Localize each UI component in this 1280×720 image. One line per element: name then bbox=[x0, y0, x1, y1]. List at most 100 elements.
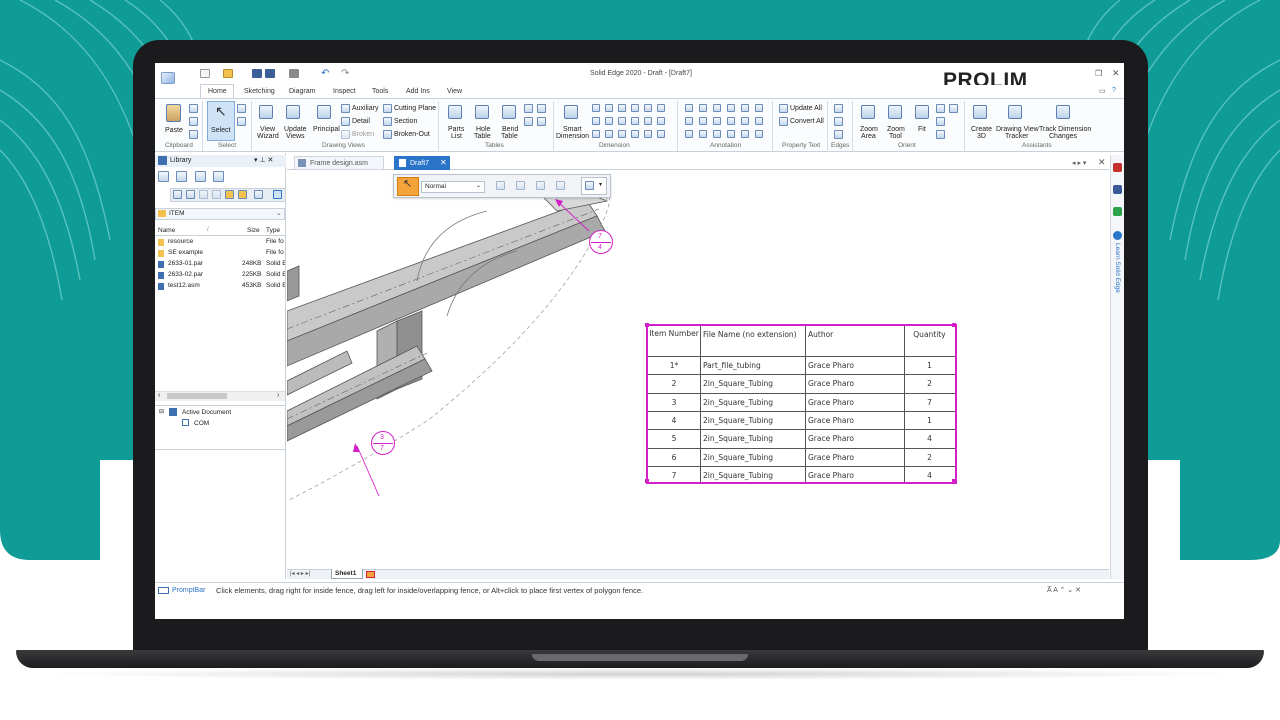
library-pin-icon[interactable]: ▾ ⊥ ✕ bbox=[254, 156, 273, 164]
tree-expand-icon[interactable]: ⊟ bbox=[159, 408, 164, 415]
close-window-button[interactable]: ✕ bbox=[1112, 68, 1120, 79]
orient-icon-3[interactable] bbox=[936, 130, 945, 139]
new-icon[interactable] bbox=[200, 69, 210, 78]
tree-root[interactable]: Active Document bbox=[182, 409, 231, 416]
zoom-tool-label-2[interactable]: Tool bbox=[889, 133, 902, 140]
community-icon[interactable] bbox=[1113, 207, 1122, 216]
tab-tools[interactable]: Tools bbox=[372, 88, 388, 95]
info-icon[interactable] bbox=[1113, 231, 1122, 240]
file-row[interactable]: 2633-02.par 225KB Solid E bbox=[155, 270, 285, 281]
format-painter-icon[interactable] bbox=[189, 130, 198, 139]
update-views-label-2[interactable]: Views bbox=[286, 133, 305, 140]
edges-icon-3[interactable] bbox=[834, 130, 843, 139]
save-icon[interactable] bbox=[252, 69, 262, 78]
table-option-icon-2[interactable] bbox=[524, 117, 533, 126]
bend-table-label-2[interactable]: Table bbox=[501, 133, 518, 140]
close-tab-icon[interactable]: ✕ bbox=[440, 158, 447, 167]
hole-table-label-1[interactable]: Hole bbox=[476, 126, 490, 133]
table-option-icon-4[interactable] bbox=[537, 117, 546, 126]
facebook-icon[interactable] bbox=[1113, 185, 1122, 194]
table-option-icon-1[interactable] bbox=[524, 104, 533, 113]
prompt-controls[interactable]: A̅ A ⌃ ⌄ ✕ bbox=[1047, 586, 1081, 594]
library-tool-icon-2[interactable] bbox=[176, 171, 187, 182]
ann-tool-icon[interactable] bbox=[755, 104, 763, 112]
undo-icon[interactable]: ↶ bbox=[321, 69, 331, 79]
learn-solid-edge[interactable]: Learn Solid Edge bbox=[1114, 243, 1121, 293]
principal-label[interactable]: Principal bbox=[313, 126, 340, 133]
ann-tool-icon[interactable] bbox=[755, 117, 763, 125]
table-option-icon-3[interactable] bbox=[537, 104, 546, 113]
update-views-label-1[interactable]: Update bbox=[284, 126, 307, 133]
zoom-area-icon[interactable] bbox=[861, 105, 875, 119]
dim-tool-icon[interactable] bbox=[644, 104, 652, 112]
command-icon-4[interactable] bbox=[556, 181, 565, 190]
sheet-nav-icons[interactable]: |◂ ◂ ▸ ▸| bbox=[290, 570, 310, 577]
parts-list-icon[interactable] bbox=[448, 105, 462, 119]
select-option-icon-1[interactable] bbox=[237, 104, 246, 113]
dim-tool-icon[interactable] bbox=[605, 130, 613, 138]
edges-icon-1[interactable] bbox=[834, 104, 843, 113]
file-row[interactable]: test12.asm 453KB Solid E bbox=[155, 281, 285, 292]
view-wizard-icon[interactable] bbox=[259, 105, 273, 119]
command-icon-1[interactable] bbox=[496, 181, 505, 190]
print-icon[interactable] bbox=[289, 69, 299, 78]
folder-icon[interactable] bbox=[225, 190, 234, 199]
zoom-tool-icon[interactable] bbox=[888, 105, 902, 119]
dim-tool-icon[interactable] bbox=[657, 130, 665, 138]
section-icon[interactable] bbox=[383, 117, 392, 126]
tab-home[interactable]: Home bbox=[208, 88, 227, 95]
dvt-label-1[interactable]: Drawing View bbox=[996, 126, 1039, 133]
track-dimension-changes-icon[interactable] bbox=[1056, 105, 1070, 119]
fit-label[interactable]: Fit bbox=[918, 126, 926, 133]
dim-tool-icon[interactable] bbox=[657, 104, 665, 112]
scroll-right-icon[interactable]: › bbox=[277, 392, 279, 399]
broken-out-button[interactable]: Broken-Out bbox=[394, 131, 430, 138]
ann-tool-icon[interactable] bbox=[713, 117, 721, 125]
path-dropdown-icon[interactable]: ⌄ bbox=[276, 209, 282, 217]
dim-tool-icon[interactable] bbox=[631, 117, 639, 125]
tab-inspect[interactable]: Inspect bbox=[333, 88, 356, 95]
update-all-icon[interactable] bbox=[779, 104, 788, 113]
col-size[interactable]: Size bbox=[247, 227, 260, 234]
ann-tool-icon[interactable] bbox=[685, 130, 693, 138]
detail-icon[interactable] bbox=[341, 117, 350, 126]
select-option-icon-2[interactable] bbox=[237, 117, 246, 126]
ann-tool-icon[interactable] bbox=[727, 117, 735, 125]
orient-icon-1[interactable] bbox=[936, 104, 945, 113]
orient-icon-2[interactable] bbox=[936, 117, 945, 126]
ann-tool-icon[interactable] bbox=[727, 104, 735, 112]
command-icon-3[interactable] bbox=[536, 181, 545, 190]
orient-icon-4[interactable] bbox=[949, 104, 958, 113]
copy-icon[interactable] bbox=[189, 117, 198, 126]
dim-tool-icon[interactable] bbox=[618, 130, 626, 138]
scroll-left-icon[interactable]: ‹ bbox=[158, 392, 160, 399]
zoom-tool-label-1[interactable]: Zoom bbox=[887, 126, 905, 133]
tab-view[interactable]: View bbox=[447, 88, 462, 95]
smart-dimension-label-2[interactable]: Dimension bbox=[556, 133, 589, 140]
view-wizard-label-2[interactable]: Wizard bbox=[257, 133, 279, 140]
library-search-icon[interactable] bbox=[273, 190, 282, 199]
broken-button[interactable]: Broken bbox=[352, 131, 374, 138]
view-wizard-label-1[interactable]: View bbox=[260, 126, 275, 133]
dim-tool-icon[interactable] bbox=[592, 117, 600, 125]
dim-tool-icon[interactable] bbox=[592, 130, 600, 138]
dim-tool-icon[interactable] bbox=[618, 117, 626, 125]
dim-tool-icon[interactable] bbox=[605, 117, 613, 125]
folder-new-icon[interactable] bbox=[238, 190, 247, 199]
dim-tool-icon[interactable] bbox=[618, 104, 626, 112]
library-tool-icon-4[interactable] bbox=[213, 171, 224, 182]
add-sheet-icon[interactable] bbox=[366, 571, 375, 578]
nav-forward-icon[interactable] bbox=[186, 190, 195, 199]
hole-table-label-2[interactable]: Table bbox=[474, 133, 491, 140]
dim-tool-icon[interactable] bbox=[657, 117, 665, 125]
ann-tool-icon[interactable] bbox=[699, 130, 707, 138]
tab-diagram[interactable]: Diagram bbox=[289, 88, 315, 95]
drawing-view-tracker-icon[interactable] bbox=[1008, 105, 1022, 119]
create-3d-label-2[interactable]: 3D bbox=[977, 133, 986, 140]
ann-tool-icon[interactable] bbox=[741, 130, 749, 138]
tdc-label-2[interactable]: Changes bbox=[1049, 133, 1077, 140]
cut-icon[interactable] bbox=[189, 104, 198, 113]
ann-tool-icon[interactable] bbox=[741, 104, 749, 112]
col-type[interactable]: Type bbox=[266, 227, 280, 234]
parts-list-table[interactable]: Item Number File Name (no extension) Autho… bbox=[645, 323, 957, 484]
